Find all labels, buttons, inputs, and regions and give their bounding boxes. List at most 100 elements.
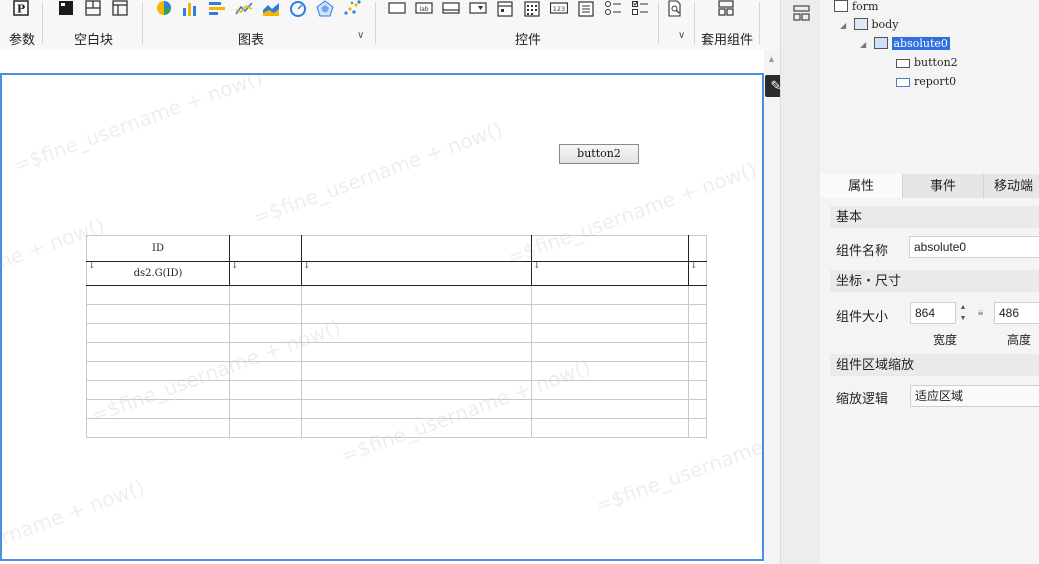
tab-events[interactable]: 事件 [903,174,984,198]
vertical-scrollbar[interactable]: ▲ [764,50,780,564]
tree-node-button2[interactable]: button2 [896,54,958,71]
data-cell[interactable]: ↓ [229,261,302,286]
report-cell[interactable] [229,418,302,438]
pie-chart-icon[interactable] [155,0,173,17]
section-basic[interactable]: 基本 [830,206,1039,228]
report-cell[interactable] [531,361,689,381]
bar-chart-icon[interactable] [181,0,199,17]
data-cell-id[interactable]: ↓ ds2.G(ID) [86,261,230,286]
report-cell[interactable] [688,285,707,305]
report-cell[interactable] [688,304,707,324]
report-cell[interactable] [86,304,230,324]
checkbox-group-icon[interactable] [631,0,649,17]
absolute-layout-frame[interactable]: =$fine_username + now() =$fine_username … [0,73,764,561]
report-cell[interactable] [301,399,532,419]
chevron-down-icon[interactable]: ∨ [357,30,364,41]
date-icon[interactable] [496,0,514,17]
data-cell[interactable]: ↓ [301,261,532,286]
section-scale[interactable]: 组件区域缩放 [830,354,1039,376]
report-cell[interactable] [229,304,302,324]
header-cell[interactable] [301,235,532,262]
report-cell[interactable] [688,342,707,362]
parameter-icon[interactable]: P [12,0,30,17]
report-cell[interactable] [301,361,532,381]
report-cell[interactable] [531,342,689,362]
chevron-down-icon[interactable]: ∨ [678,30,685,41]
collapse-arrow-icon[interactable]: ◢ [860,36,870,53]
report-cell[interactable] [688,323,707,343]
report-cell[interactable] [531,418,689,438]
scatter-chart-icon[interactable] [343,0,361,17]
report-cell[interactable] [301,285,532,305]
width-stepper[interactable]: ▲ ▼ [956,302,970,324]
radar-chart-icon[interactable] [316,0,334,17]
stepper-up-icon[interactable]: ▲ [956,302,970,313]
report-cell[interactable] [531,380,689,400]
report-cell[interactable] [229,285,302,305]
blank-block-icon[interactable] [57,0,75,17]
widget-library-icon[interactable] [793,5,810,21]
hbar-chart-icon[interactable] [208,0,226,17]
layout-split-icon[interactable] [84,0,102,17]
number-icon[interactable]: 123 [550,0,568,17]
report-cell[interactable] [86,399,230,419]
line-chart-icon[interactable] [235,0,253,17]
report-cell[interactable] [531,323,689,343]
report-cell[interactable] [301,380,532,400]
report-cell[interactable] [86,361,230,381]
header-cell[interactable] [229,235,302,262]
report-cell[interactable] [301,323,532,343]
report-cell[interactable] [301,418,532,438]
report-cell[interactable] [229,342,302,362]
report-cell[interactable] [688,418,707,438]
report-cell[interactable] [531,399,689,419]
gauge-chart-icon[interactable] [289,0,307,17]
report-cell[interactable] [86,380,230,400]
button2-widget[interactable]: button2 [559,144,639,164]
tree-node-form[interactable]: form [834,0,878,15]
report-cell[interactable] [688,399,707,419]
report-cell[interactable] [229,361,302,381]
calendar-icon[interactable] [523,0,541,17]
stepper-down-icon[interactable]: ▼ [956,313,970,324]
layout-grid-icon[interactable] [111,0,129,17]
section-coords[interactable]: 坐标・尺寸 [830,270,1039,292]
data-cell[interactable]: ↓ [531,261,689,286]
report-cell[interactable] [301,304,532,324]
component-name-field[interactable]: absolute0 [909,236,1039,258]
report-cell[interactable] [229,380,302,400]
label-icon[interactable]: lab [415,0,433,17]
tab-properties[interactable]: 属性 [820,174,903,198]
header-cell[interactable] [531,235,689,262]
report-cell[interactable] [86,418,230,438]
header-cell[interactable] [688,235,707,262]
button-icon[interactable] [442,0,460,17]
data-cell[interactable]: ↓ [688,261,707,286]
tab-mobile[interactable]: 移动端 [984,174,1039,198]
radio-group-icon[interactable] [604,0,622,17]
template-component-icon[interactable] [717,0,735,17]
collapse-arrow-icon[interactable]: ◢ [840,17,850,34]
scale-logic-select[interactable]: 适应区域 [910,385,1039,407]
height-field[interactable]: 486 [994,302,1039,324]
header-cell-id[interactable]: ID [86,235,230,262]
area-chart-icon[interactable] [262,0,280,17]
report-cell[interactable] [688,361,707,381]
lock-ratio-icon[interactable]: 🔒︎ [978,307,983,318]
combo-box-icon[interactable] [469,0,487,17]
list-icon[interactable] [577,0,595,17]
tree-node-body[interactable]: ◢ body [840,16,898,33]
report-cell[interactable] [86,323,230,343]
report-cell[interactable] [301,342,532,362]
report-cell[interactable] [229,399,302,419]
width-field[interactable]: 864 [910,302,956,324]
report-cell[interactable] [86,342,230,362]
report0-widget[interactable]: ID ↓ ds2.G(ID) ↓ ↓ ↓ ↓ [86,235,707,445]
report-cell[interactable] [688,380,707,400]
tree-node-absolute0[interactable]: ◢ absolute0 [860,35,950,52]
report-cell[interactable] [531,285,689,305]
scroll-up-icon[interactable]: ▲ [767,54,776,64]
report-cell[interactable] [229,323,302,343]
preview-icon[interactable] [666,0,684,17]
report-cell[interactable] [531,304,689,324]
